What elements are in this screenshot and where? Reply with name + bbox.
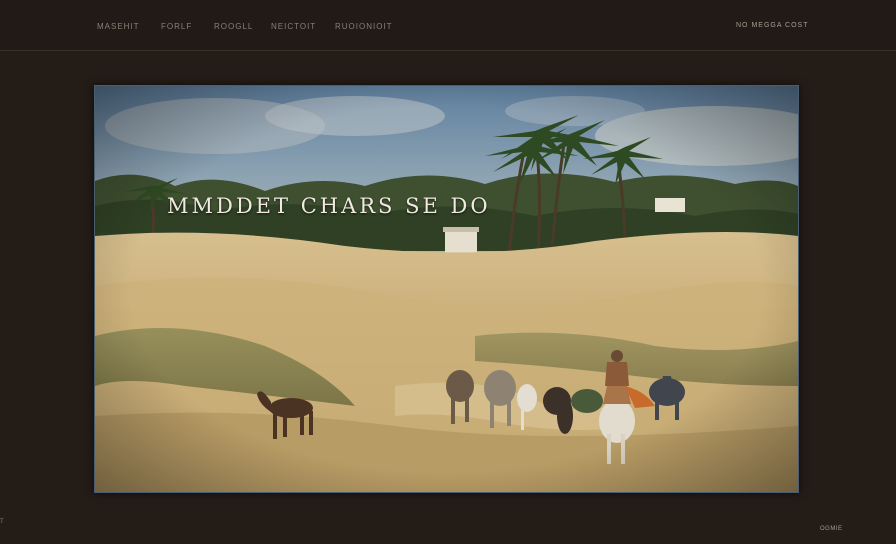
hero-image: MMDDET CHARS SE DO [94, 85, 799, 493]
hero-title: MMDDET CHARS SE DO [167, 194, 491, 218]
page: MASEHIT FORLF ROOGLL NEICTOIT RUOIONIOIT… [0, 0, 896, 544]
nav-right-link[interactable]: NO MEGGA COST [736, 22, 809, 29]
nav-item-1[interactable]: MASEHIT [97, 22, 140, 31]
nav-item-4[interactable]: NEICTOIT [271, 22, 316, 31]
top-navigation-bar: MASEHIT FORLF ROOGLL NEICTOIT RUOIONIOIT… [0, 0, 896, 51]
nav-item-2[interactable]: FORLF [161, 22, 192, 31]
nav-item-5[interactable]: RUOIONIOIT [335, 22, 393, 31]
desert-caravan-scene [95, 86, 798, 492]
nav-item-3[interactable]: ROOGLL [214, 22, 253, 31]
corner-mark: T [0, 519, 4, 525]
footer-link[interactable]: OGMIE [820, 526, 843, 532]
